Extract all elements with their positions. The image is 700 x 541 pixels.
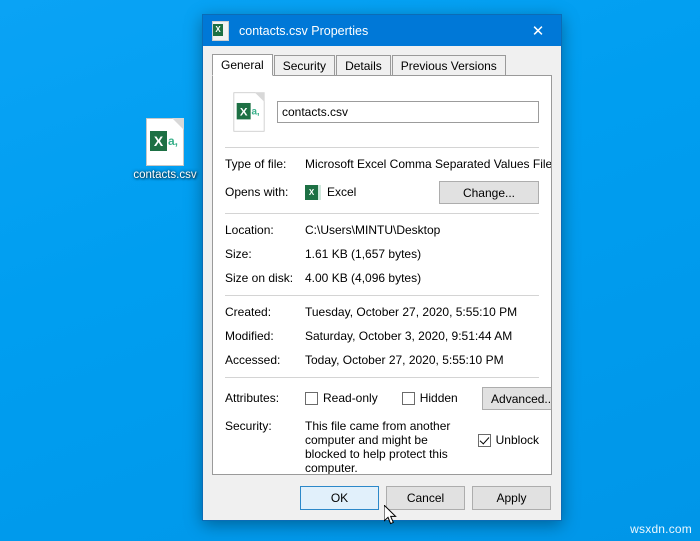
row-created: Created: Tuesday, October 27, 2020, 5:55…	[225, 305, 539, 320]
checkbox-box	[478, 434, 491, 447]
row-security: Security: This file came from another co…	[225, 419, 539, 475]
titlebar-excel-x-glyph: X	[213, 24, 223, 36]
checkbox-read-only[interactable]: Read-only	[305, 391, 378, 406]
properties-dialog: X contacts.csv Properties ✕ General Secu…	[202, 14, 562, 521]
tab-previous-versions[interactable]: Previous Versions	[392, 55, 506, 75]
label-type-of-file: Type of file:	[225, 157, 305, 172]
dialog-title: contacts.csv Properties	[239, 24, 515, 38]
close-icon[interactable]: ✕	[515, 15, 561, 46]
checkbox-unblock-label: Unblock	[496, 433, 539, 448]
label-attributes: Attributes:	[225, 391, 305, 406]
csv-file-icon-large: X a,	[233, 92, 264, 131]
change-button[interactable]: Change...	[439, 181, 539, 204]
excel-app-icon: X	[305, 185, 321, 200]
page-fold-shape	[172, 118, 184, 130]
row-opens-with: Opens with: X Excel Change...	[225, 181, 539, 204]
csv-file-icon: X a,	[146, 118, 184, 166]
attributes-controls: Read-only Hidden Advanced...	[305, 387, 552, 410]
value-size: 1.61 KB (1,657 bytes)	[305, 247, 539, 262]
file-type-icon-wrap: X a,	[225, 88, 273, 136]
apply-button[interactable]: Apply	[472, 486, 551, 510]
general-tab-panel: X a, Type of file: Microsoft Excel Comma…	[212, 75, 552, 475]
security-controls: This file came from another computer and…	[305, 419, 539, 475]
desktop-icon-label: contacts.csv	[128, 169, 202, 181]
value-created: Tuesday, October 27, 2020, 5:55:10 PM	[305, 305, 539, 320]
value-accessed: Today, October 27, 2020, 5:55:10 PM	[305, 353, 539, 368]
excel-sheet-shape: X	[305, 185, 318, 200]
row-accessed: Accessed: Today, October 27, 2020, 5:55:…	[225, 353, 539, 368]
checkbox-box	[402, 392, 415, 405]
value-type-of-file: Microsoft Excel Comma Separated Values F…	[305, 157, 552, 172]
advanced-button[interactable]: Advanced...	[482, 387, 552, 410]
value-location: C:\Users\MINTU\Desktop	[305, 223, 539, 238]
excel-x-glyph: X	[237, 103, 251, 119]
security-message: This file came from another computer and…	[305, 419, 470, 475]
row-type-of-file: Type of file: Microsoft Excel Comma Sepa…	[225, 157, 539, 172]
value-opens-with: Excel	[327, 185, 356, 200]
cancel-button[interactable]: Cancel	[386, 486, 465, 510]
divider-after-opens-with	[225, 213, 539, 214]
label-accessed: Accessed:	[225, 353, 305, 368]
checkbox-hidden-label: Hidden	[420, 391, 458, 406]
dialog-button-bar: OK Cancel Apply	[203, 475, 561, 520]
watermark-wsxdn: wsxdn.com	[630, 522, 692, 536]
divider-top	[225, 147, 539, 148]
dialog-titlebar[interactable]: X contacts.csv Properties ✕	[203, 15, 561, 46]
label-location: Location:	[225, 223, 305, 238]
page-fold-shape	[255, 92, 265, 102]
row-attributes: Attributes: Read-only Hidden Advanced...	[225, 387, 539, 410]
checkbox-unblock[interactable]: Unblock	[478, 433, 539, 448]
row-modified: Modified: Saturday, October 3, 2020, 9:5…	[225, 329, 539, 344]
label-security: Security:	[225, 419, 305, 434]
filename-input[interactable]	[277, 101, 539, 123]
label-size-on-disk: Size on disk:	[225, 271, 305, 286]
divider-after-dates	[225, 377, 539, 378]
csv-a-glyph: a,	[251, 105, 259, 116]
ok-button[interactable]: OK	[300, 486, 379, 510]
tab-details[interactable]: Details	[336, 55, 391, 75]
file-name-row: X a,	[225, 88, 539, 136]
divider-after-size	[225, 295, 539, 296]
label-created: Created:	[225, 305, 305, 320]
value-opens-with-wrap: X Excel Change...	[305, 181, 539, 204]
titlebar-file-icon: X	[212, 21, 229, 41]
tab-general[interactable]: General	[212, 54, 273, 76]
label-size: Size:	[225, 247, 305, 262]
tab-security[interactable]: Security	[274, 55, 335, 75]
excel-edge-shape	[318, 185, 321, 200]
unblock-wrap: Unblock	[478, 419, 539, 451]
label-modified: Modified:	[225, 329, 305, 344]
checkbox-read-only-label: Read-only	[323, 391, 378, 406]
desktop-icon-contacts-csv[interactable]: X a, contacts.csv	[128, 118, 202, 181]
checkbox-hidden[interactable]: Hidden	[402, 391, 458, 406]
label-opens-with: Opens with:	[225, 185, 305, 200]
excel-x-glyph: X	[150, 131, 167, 151]
desktop-background: X a, contacts.csv TheWindowsClub wsxdn.c…	[0, 0, 700, 541]
checkbox-box	[305, 392, 318, 405]
row-size-on-disk: Size on disk: 4.00 KB (4,096 bytes)	[225, 271, 539, 286]
tab-strip: General Security Details Previous Versio…	[203, 46, 561, 75]
value-modified: Saturday, October 3, 2020, 9:51:44 AM	[305, 329, 539, 344]
csv-a-glyph: a,	[168, 134, 178, 148]
row-location: Location: C:\Users\MINTU\Desktop	[225, 223, 539, 238]
row-size: Size: 1.61 KB (1,657 bytes)	[225, 247, 539, 262]
value-size-on-disk: 4.00 KB (4,096 bytes)	[305, 271, 539, 286]
